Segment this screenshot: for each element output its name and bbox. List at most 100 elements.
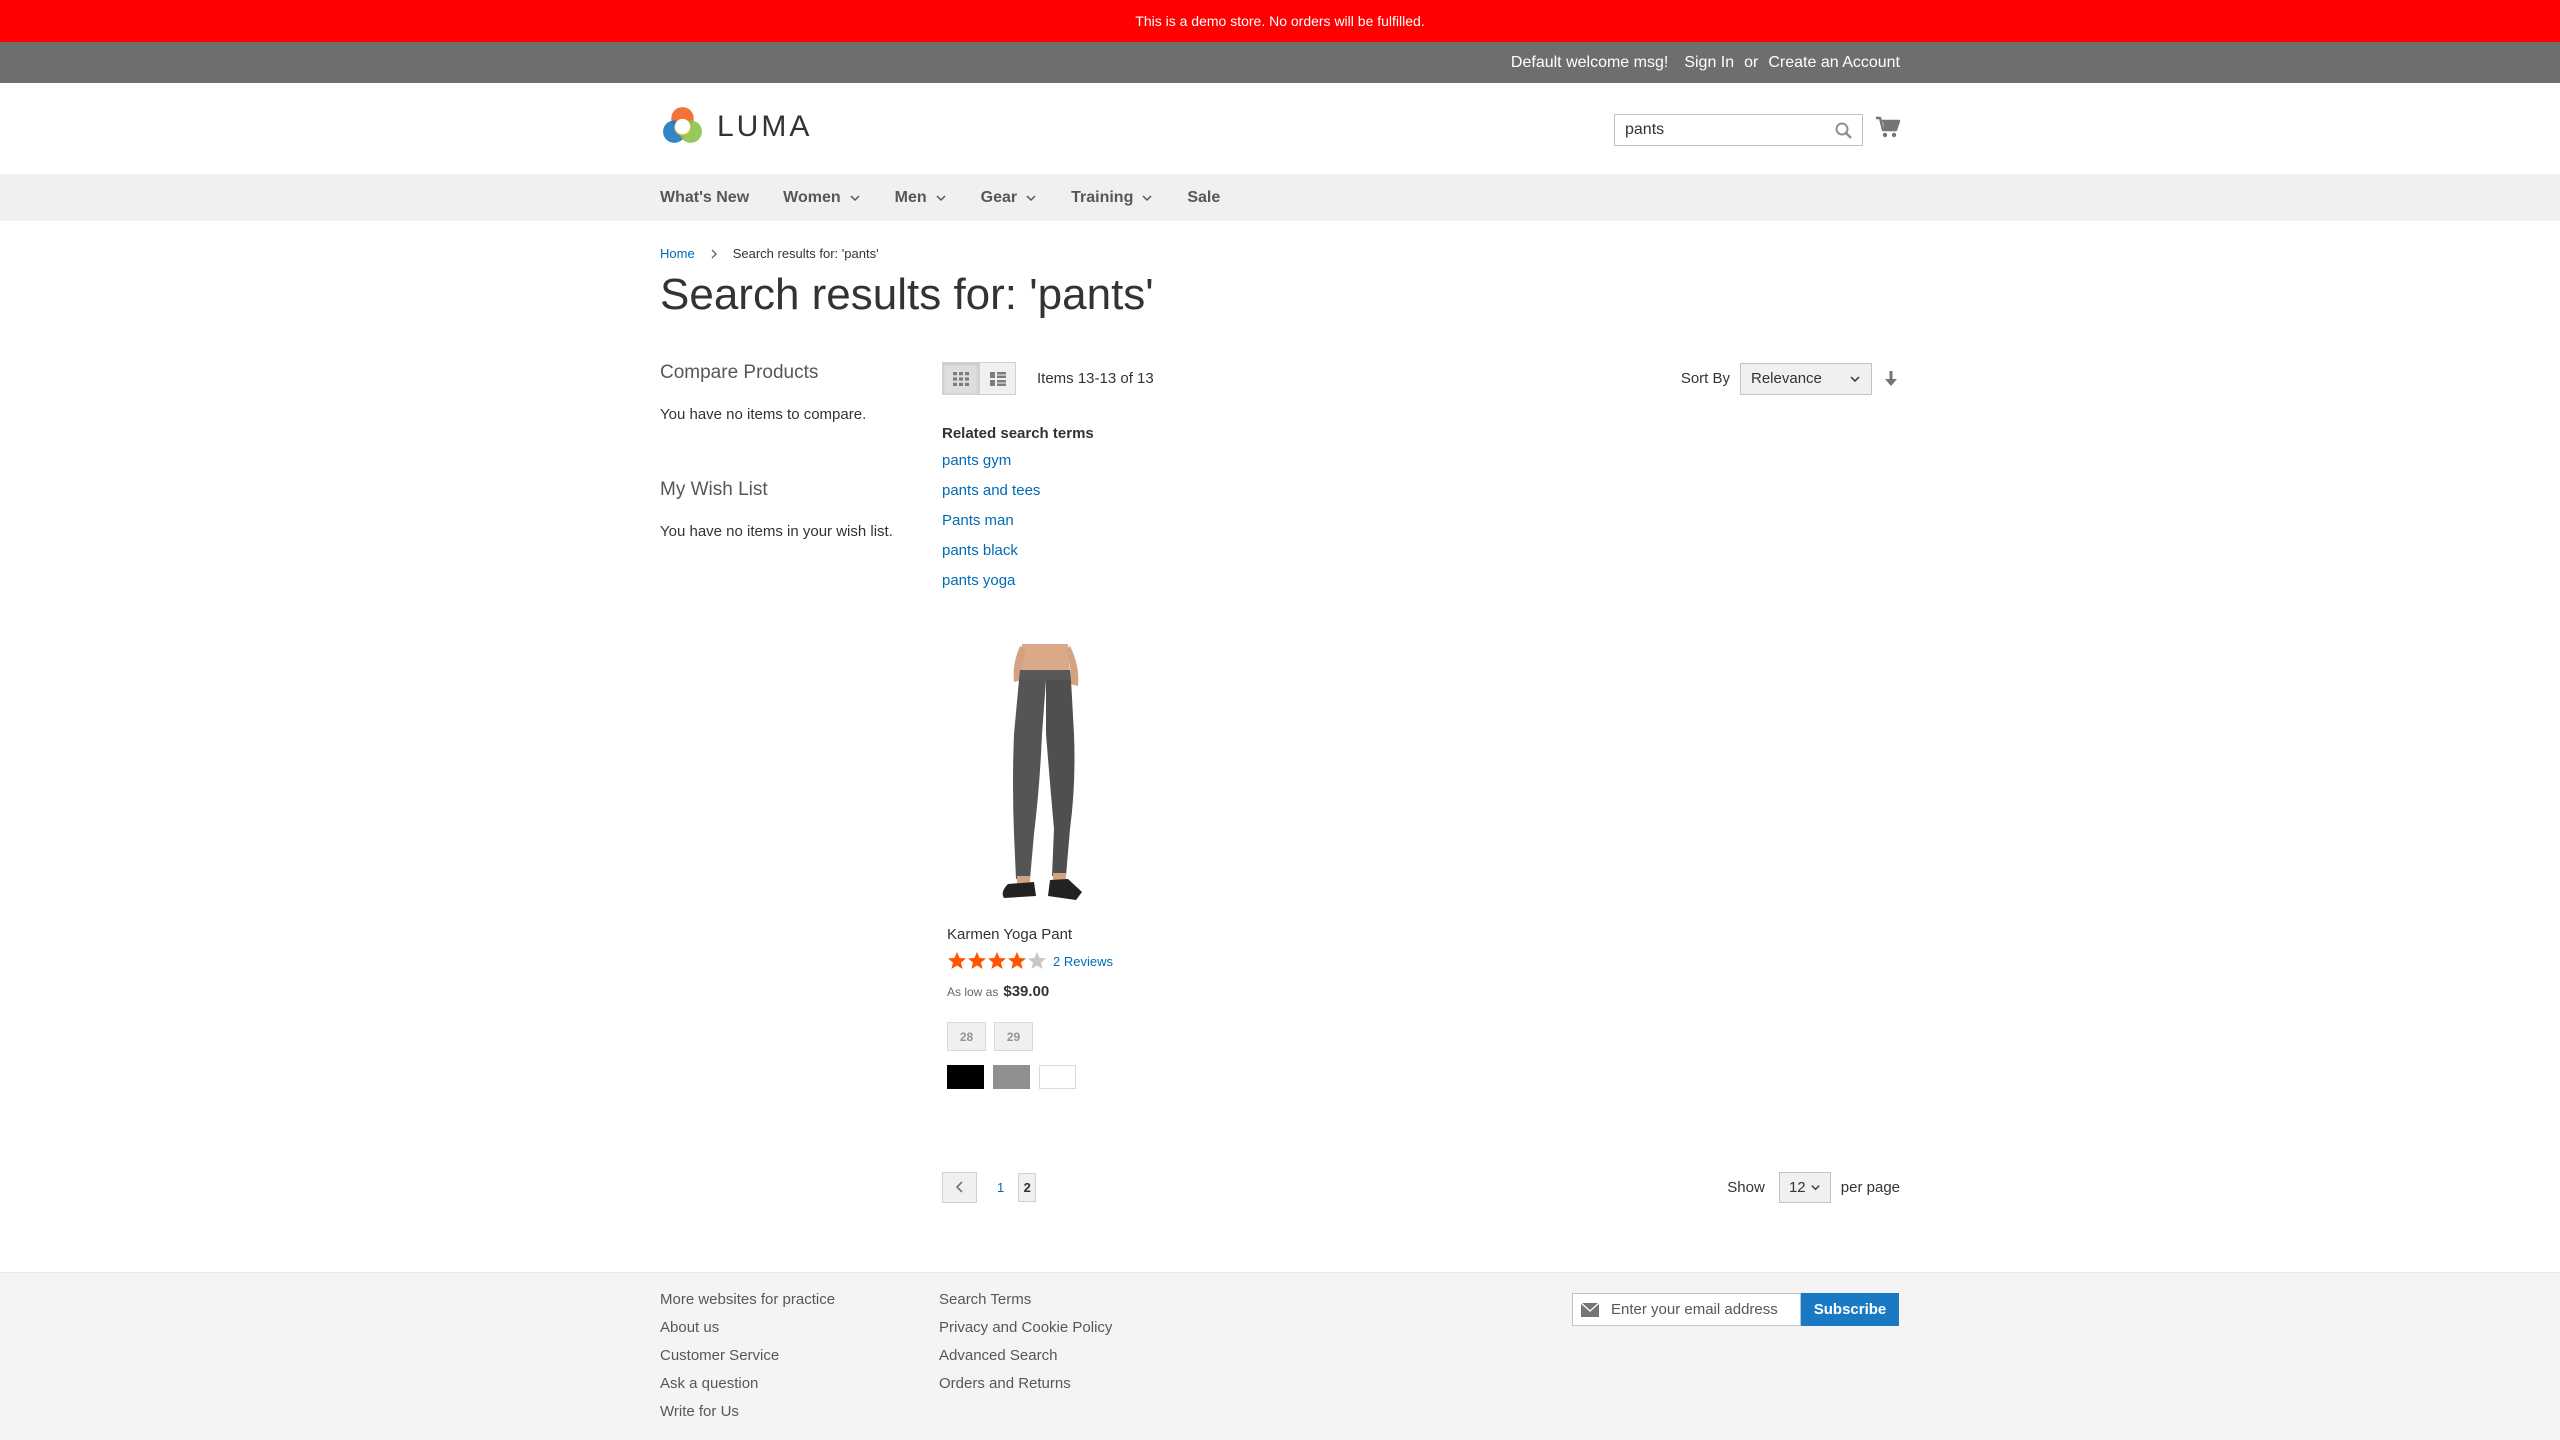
rating-stars — [947, 951, 1047, 971]
compare-empty-text: You have no items to compare. — [660, 406, 867, 423]
cart-icon[interactable] — [1875, 115, 1901, 139]
footer-link[interactable]: Customer Service — [660, 1345, 835, 1373]
compare-title: Compare Products — [660, 362, 819, 383]
products-toolbar-bottom: 1 2 Show 12 per page — [942, 1171, 1900, 1203]
wishlist-block: My Wish List You have no items in your w… — [660, 479, 920, 540]
create-account-link[interactable]: Create an Account — [1768, 54, 1900, 72]
footer-link[interactable]: Orders and Returns — [939, 1373, 1112, 1401]
color-swatch-black[interactable] — [947, 1065, 984, 1089]
related-term-link[interactable]: pants gym — [942, 450, 1094, 480]
nav-item-sale[interactable]: Sale — [1187, 189, 1220, 207]
nav-item-training[interactable]: Training — [1071, 189, 1153, 207]
grid-icon — [952, 371, 969, 386]
search-icon[interactable] — [1834, 121, 1854, 141]
star-filled-icon — [968, 952, 986, 969]
footer-links-col1: More websites for practice About us Cust… — [660, 1289, 835, 1429]
newsletter-email-input[interactable] — [1611, 1301, 1791, 1318]
sorter: Sort By Relevance — [1681, 362, 1900, 395]
page-link-1[interactable]: 1 — [997, 1180, 1004, 1195]
breadcrumb-home-link[interactable]: Home — [660, 246, 695, 261]
nav-item-label: Sale — [1187, 188, 1221, 206]
reviews-link[interactable]: 2 Reviews — [1053, 954, 1113, 969]
nav-item-gear[interactable]: Gear — [981, 189, 1037, 207]
chevron-left-icon — [955, 1181, 963, 1193]
star-filled-icon — [948, 952, 966, 969]
footer-link[interactable]: About us — [660, 1317, 835, 1345]
envelope-icon — [1581, 1302, 1599, 1317]
product-image[interactable] — [942, 644, 1147, 914]
list-view-button[interactable] — [979, 362, 1016, 395]
demo-notice-text: This is a demo store. No orders will be … — [1135, 13, 1425, 29]
footer-link[interactable]: Privacy and Cookie Policy — [939, 1317, 1112, 1345]
view-mode-switch — [942, 362, 1016, 395]
product-rating: 2 Reviews — [947, 951, 1147, 971]
chevron-down-icon — [936, 194, 946, 201]
nav-item-label: Women — [783, 188, 841, 206]
color-swatch-white[interactable] — [1039, 1065, 1076, 1089]
sort-by-select[interactable]: Relevance — [1740, 362, 1872, 395]
footer-link[interactable]: Ask a question — [660, 1373, 835, 1401]
footer-link[interactable]: Advanced Search — [939, 1345, 1112, 1373]
related-search-title: Related search terms — [942, 425, 1094, 442]
limiter-per-page-label: per page — [1840, 1178, 1900, 1196]
related-term-link[interactable]: pants yoga — [942, 570, 1094, 600]
luma-logo-icon — [663, 107, 702, 143]
site-header: LUMA — [0, 83, 2560, 174]
related-terms-list: pants gym pants and tees Pants man pants… — [942, 450, 1094, 600]
breadcrumb-current: Search results for: 'pants' — [732, 246, 879, 261]
related-term-link[interactable]: pants and tees — [942, 480, 1094, 510]
limiter: Show 12 per page — [1727, 1171, 1900, 1203]
related-term-link[interactable]: Pants man — [942, 510, 1094, 540]
newsletter-field — [1572, 1293, 1801, 1326]
list-icon — [989, 371, 1006, 386]
footer: More websites for practice About us Cust… — [0, 1272, 2560, 1440]
nav-item-label: Gear — [980, 188, 1018, 206]
products-toolbar: Items 13-13 of 13 Sort By Relevance — [942, 362, 1900, 396]
wishlist-empty-text: You have no items in your wish list. — [660, 523, 893, 540]
demo-notice: This is a demo store. No orders will be … — [0, 0, 2560, 42]
star-empty-icon — [1028, 952, 1046, 969]
footer-links-col2: Search Terms Privacy and Cookie Policy A… — [939, 1289, 1112, 1401]
price-label: As low as — [947, 985, 999, 999]
footer-link[interactable]: Search Terms — [939, 1289, 1112, 1317]
sort-arrow-down-icon[interactable] — [1882, 370, 1900, 388]
limiter-select[interactable]: 12 — [1778, 1171, 1831, 1203]
size-option[interactable]: 29 — [994, 1022, 1033, 1051]
product-item: Karmen Yoga Pant 2 Reviews As low as $39… — [942, 644, 1147, 1089]
nav-item-label: What's New — [660, 188, 750, 206]
previous-page-button[interactable] — [942, 1171, 977, 1203]
color-swatch-gray[interactable] — [993, 1065, 1030, 1089]
nav-item-label: Men — [894, 188, 927, 206]
nav-item-women[interactable]: Women — [783, 189, 860, 207]
sign-in-link[interactable]: Sign In — [1684, 54, 1734, 72]
wishlist-title: My Wish List — [660, 479, 768, 500]
nav-item-men[interactable]: Men — [895, 189, 947, 207]
related-term-link[interactable]: pants black — [942, 540, 1094, 570]
compare-block: Compare Products You have no items to co… — [660, 362, 920, 423]
page-title: Search results for: 'pants' — [660, 270, 1154, 319]
page-current: 2 — [1018, 1172, 1037, 1202]
nav-item-whats-new[interactable]: What's New — [660, 189, 749, 207]
pager: 1 2 — [942, 1171, 1037, 1203]
subscribe-button[interactable]: Subscribe — [1801, 1293, 1899, 1326]
or-text: or — [1744, 53, 1759, 71]
price-box: As low as $39.00 — [947, 983, 1147, 1000]
welcome-message: Default welcome msg! — [1510, 53, 1669, 71]
size-swatches: 28 29 — [947, 1022, 1147, 1051]
main-navigation: What's New Women Men Gear Training Sale — [0, 174, 2560, 221]
logo-link[interactable]: LUMA — [660, 104, 812, 149]
grid-view-button[interactable] — [942, 362, 979, 395]
footer-link[interactable]: Write for Us — [660, 1401, 835, 1429]
newsletter-form: Subscribe — [1572, 1293, 1899, 1326]
footer-link[interactable]: More websites for practice — [660, 1289, 835, 1317]
color-swatches — [947, 1065, 1147, 1089]
limiter-show-label: Show — [1727, 1178, 1765, 1196]
chevron-down-icon — [850, 194, 860, 201]
sort-by-value: Relevance — [1751, 370, 1822, 387]
search-input[interactable] — [1625, 115, 1825, 145]
toolbar-amount: Items 13-13 of 13 — [1037, 370, 1154, 387]
size-option[interactable]: 28 — [947, 1022, 986, 1051]
star-filled-icon — [988, 952, 1006, 969]
product-name-link[interactable]: Karmen Yoga Pant — [947, 926, 1147, 943]
sidebar: Compare Products You have no items to co… — [660, 362, 920, 540]
